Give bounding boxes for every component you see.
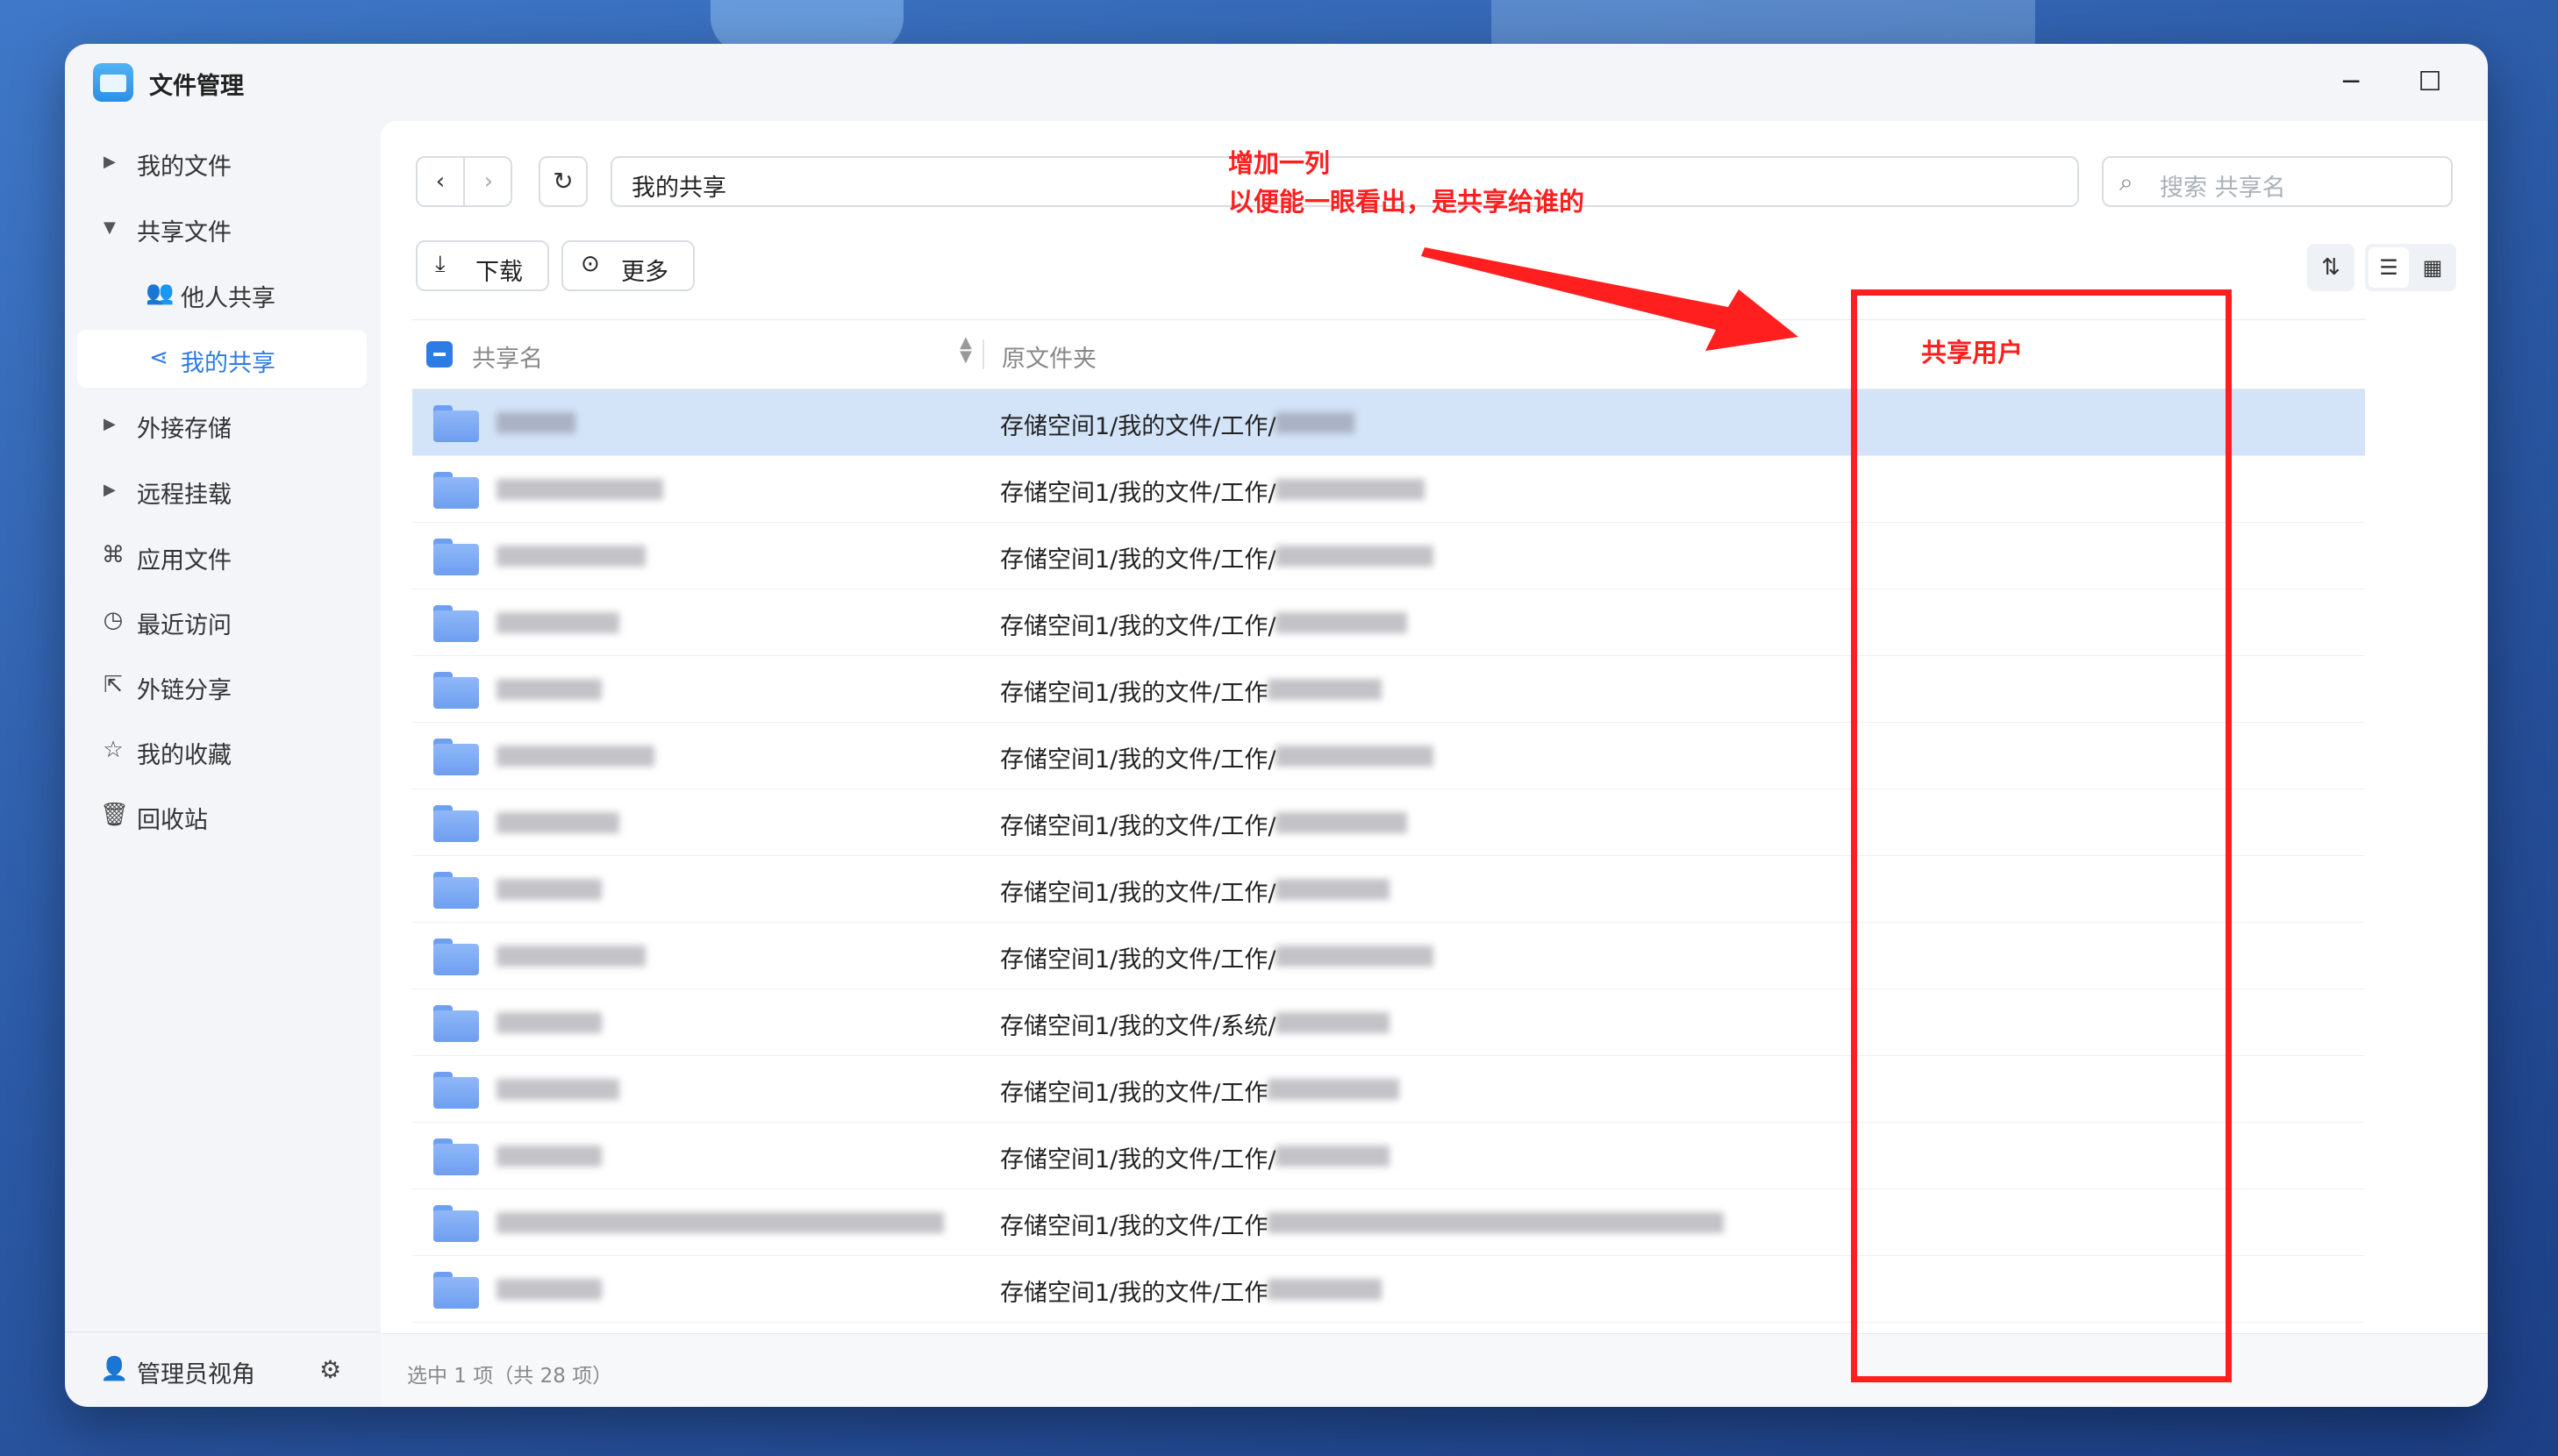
annotation-highlight-box — [1851, 289, 2232, 1382]
annotation-column-label: 共享用户 — [1921, 338, 2024, 368]
annotation-arrow-shape — [1421, 247, 1798, 351]
